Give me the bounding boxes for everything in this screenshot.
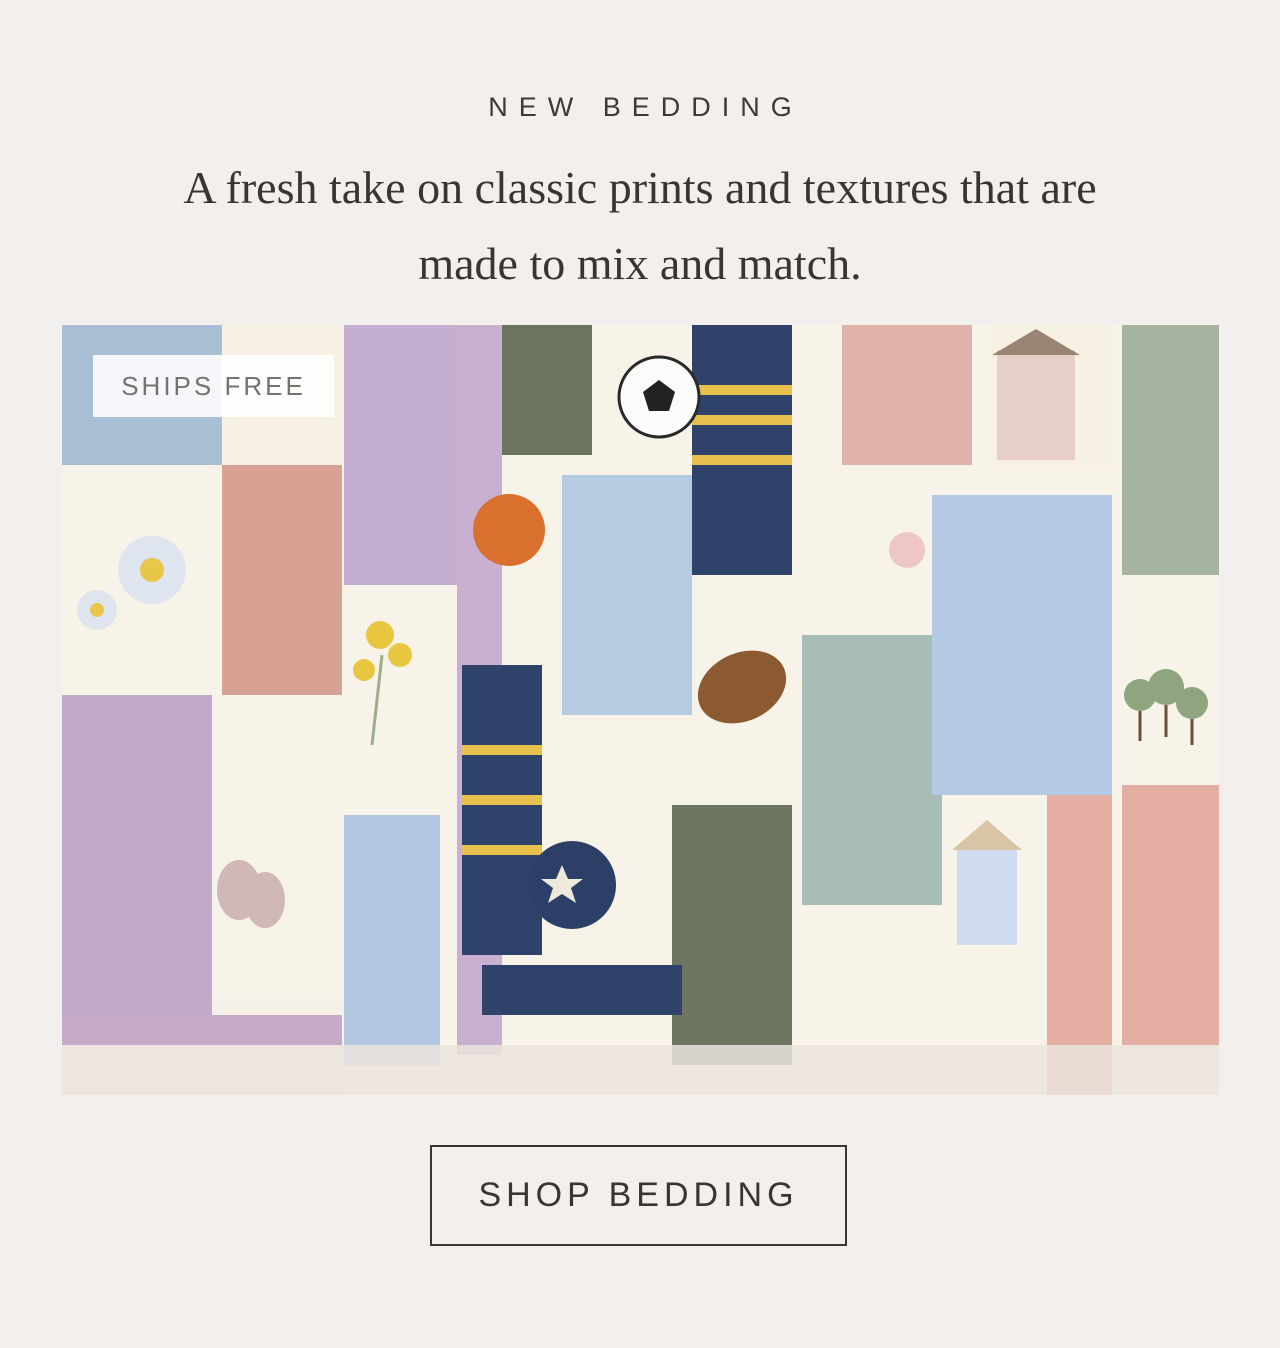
blanket-trees	[1112, 325, 1219, 1095]
hero-image[interactable]: SHIPS FREE	[62, 325, 1219, 1095]
headline: A fresh take on classic prints and textu…	[183, 162, 1097, 289]
shop-bedding-button[interactable]: SHOP BEDDING	[430, 1145, 847, 1246]
ships-free-badge: SHIPS FREE	[93, 355, 334, 417]
blanket-florals	[62, 325, 352, 1095]
eyebrow-label: NEW BEDDING	[488, 92, 803, 122]
blankets-illustration	[62, 325, 1219, 1095]
blanket-sports	[462, 325, 812, 1095]
